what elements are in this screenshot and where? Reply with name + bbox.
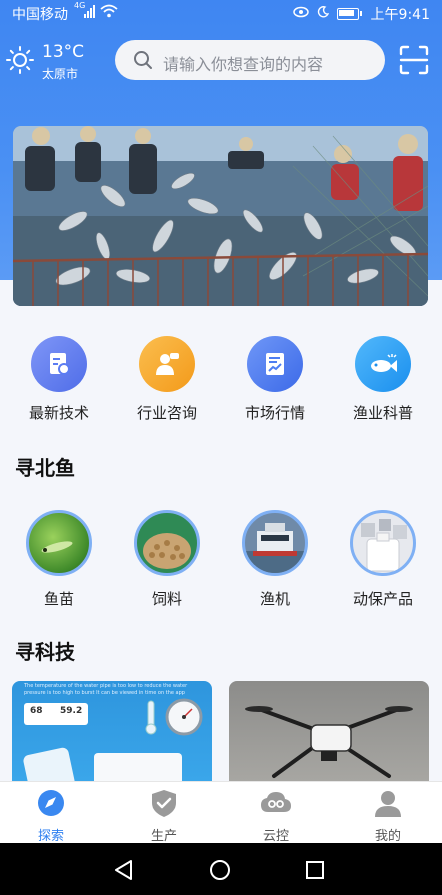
nav-label: 云控: [262, 829, 289, 844]
product-label: 饲料: [151, 590, 182, 608]
fishing-scene-image: [13, 126, 428, 306]
nav-mine[interactable]: 我的: [348, 788, 428, 844]
product-label: 鱼苗: [43, 590, 74, 608]
eye-icon: [292, 6, 309, 22]
system-navigation-bar: [0, 843, 442, 895]
scan-icon[interactable]: [398, 44, 430, 76]
thermometer-icon: [144, 699, 158, 739]
menu-label: 最新技术: [28, 404, 89, 422]
product-categories: 鱼苗 饲料 渔机 动保产品: [0, 510, 442, 610]
consult-icon: [139, 336, 195, 392]
nav-production[interactable]: 生产: [124, 788, 204, 844]
menu-label: 行业咨询: [136, 404, 197, 422]
tech-card-monitor[interactable]: The temperature of the water pipe is too…: [12, 681, 212, 781]
animal-protection-image: [350, 510, 416, 576]
device-box-image: [94, 753, 182, 781]
product-label: 动保产品: [352, 590, 413, 608]
cloud-icon: [259, 792, 293, 822]
section-title-tech: 寻科技: [15, 640, 75, 664]
bottom-nav: 探索 生产 云控 我的: [0, 781, 442, 844]
product-feed[interactable]: 饲料: [117, 510, 217, 609]
top-bar: 13°C 太原市 请输入你想查询的内容: [0, 36, 442, 86]
menu-market[interactable]: 市场行情: [225, 336, 325, 423]
clock: 上午9:41: [370, 7, 430, 23]
drone-image: [245, 706, 413, 778]
quick-menu: 最新技术 行业咨询 市场行情 渔业科普: [0, 336, 442, 426]
sun-icon: [6, 46, 34, 78]
menu-fishery-science[interactable]: 渔业科普: [333, 336, 433, 423]
fry-image: [26, 510, 92, 576]
moon-icon: [317, 6, 329, 22]
menu-label: 渔业科普: [352, 404, 413, 422]
nav-explore[interactable]: 探索: [11, 788, 91, 844]
recents-icon[interactable]: [305, 860, 325, 884]
nav-label: 生产: [150, 829, 177, 844]
menu-label: 市场行情: [244, 404, 305, 422]
reading-panel: 68 59.2: [24, 703, 88, 725]
compass-icon: [36, 790, 66, 822]
document-icon: [31, 336, 87, 392]
nav-cloud-control[interactable]: 云控: [236, 788, 316, 844]
banner-image[interactable]: [13, 126, 428, 306]
city-name: 太原市: [42, 67, 79, 81]
product-label: 渔机: [259, 590, 290, 608]
tech-card-drone[interactable]: [229, 681, 429, 781]
signal-icon: [84, 5, 95, 18]
wifi-icon: [100, 4, 118, 22]
tech-card-caption: The temperature of the water pipe is too…: [24, 683, 188, 696]
search-placeholder: 请输入你想查询的内容: [163, 55, 324, 74]
product-fry[interactable]: 鱼苗: [9, 510, 109, 609]
product-fishing-machine[interactable]: 渔机: [225, 510, 325, 609]
product-animal-protection[interactable]: 动保产品: [333, 510, 433, 609]
fish-icon: [355, 336, 411, 392]
shield-check-icon: [149, 790, 179, 822]
nav-label: 探索: [37, 829, 64, 844]
back-icon[interactable]: [113, 859, 135, 885]
search-input[interactable]: 请输入你想查询的内容: [115, 40, 385, 80]
menu-latest-tech[interactable]: 最新技术: [9, 336, 109, 423]
carrier-label: 中国移动: [12, 7, 68, 23]
menu-industry-consult[interactable]: 行业咨询: [117, 336, 217, 423]
feed-image: [134, 510, 200, 576]
phone-image: [22, 746, 76, 781]
nav-label: 我的: [374, 829, 401, 844]
pressure-gauge-icon: [164, 697, 204, 741]
home-icon[interactable]: [209, 859, 231, 885]
section-title-north-fish: 寻北鱼: [15, 456, 75, 480]
fishing-machine-image: [242, 510, 308, 576]
battery-icon: [336, 8, 362, 20]
status-bar: 中国移动 4G 上午9:41: [0, 0, 442, 26]
reading-value-1: 68: [30, 706, 43, 716]
market-icon: [247, 336, 303, 392]
reading-value-2: 59.2: [60, 706, 83, 716]
user-icon: [373, 791, 403, 822]
temperature: 13°C: [42, 42, 85, 62]
